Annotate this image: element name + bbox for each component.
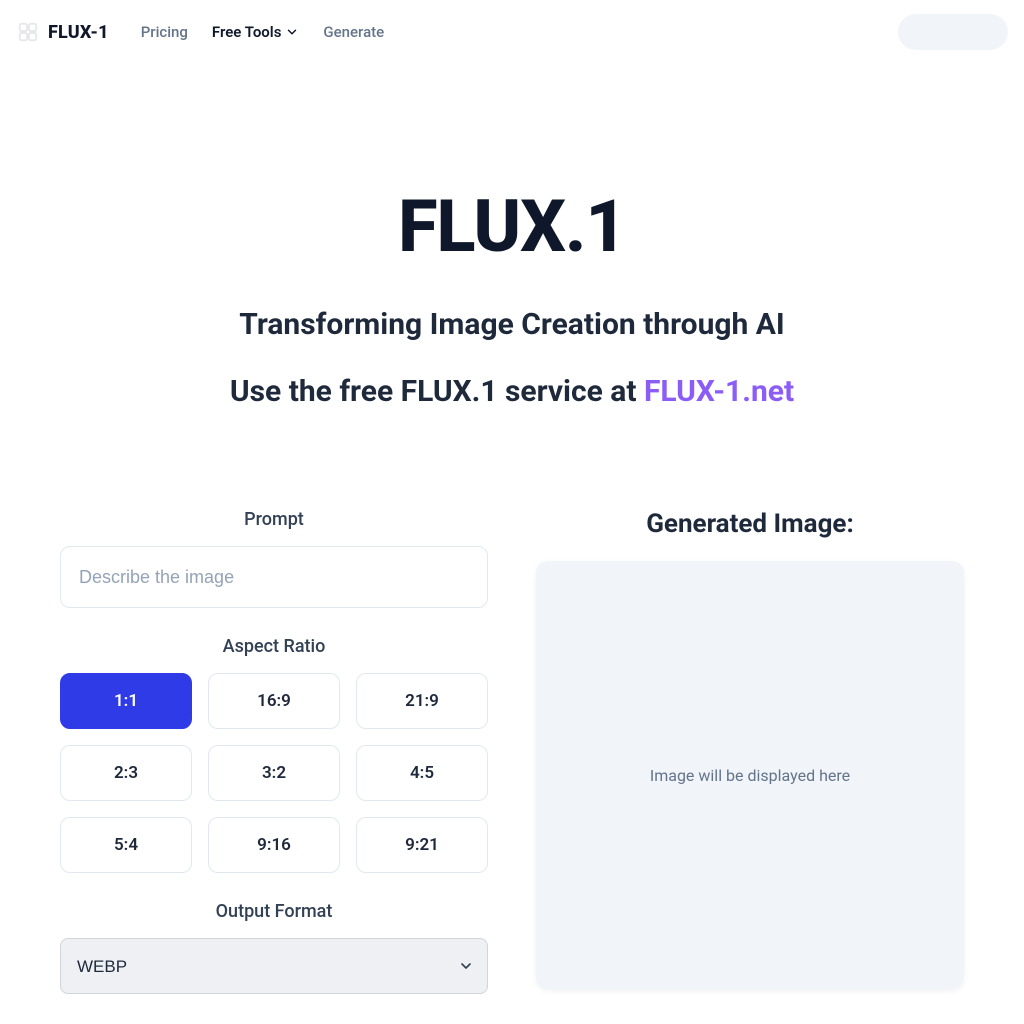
generated-image-box: Image will be displayed here: [536, 561, 964, 989]
header-action-button[interactable]: [898, 14, 1008, 50]
output-title: Generated Image:: [536, 509, 964, 539]
primary-nav: Pricing Free Tools Generate: [141, 23, 385, 41]
ratio-9-16[interactable]: 9:16: [208, 817, 340, 873]
page-title: FLUX.1: [0, 184, 1024, 269]
output-format-wrap: WEBP: [60, 938, 488, 994]
aspect-ratio-grid: 1:1 16:9 21:9 2:3 3:2 4:5 5:4 9:16 9:21: [60, 673, 488, 873]
ratio-1-1[interactable]: 1:1: [60, 673, 192, 729]
prompt-label: Prompt: [60, 509, 488, 530]
ratio-5-4[interactable]: 5:4: [60, 817, 192, 873]
ratio-3-2[interactable]: 3:2: [208, 745, 340, 801]
output-format-select[interactable]: WEBP: [60, 938, 488, 994]
ratio-16-9[interactable]: 16:9: [208, 673, 340, 729]
ratio-2-3[interactable]: 2:3: [60, 745, 192, 801]
nav-pricing[interactable]: Pricing: [141, 23, 188, 41]
output-format-label: Output Format: [60, 901, 488, 922]
form-panel: Prompt Aspect Ratio 1:1 16:9 21:9 2:3 3:…: [60, 509, 488, 994]
page-subtitle: Transforming Image Creation through AI: [0, 307, 1024, 342]
ratio-21-9[interactable]: 21:9: [356, 673, 488, 729]
hero-cta: Use the free FLUX.1 service at FLUX-1.ne…: [0, 374, 1024, 409]
hero: FLUX.1 Transforming Image Creation throu…: [0, 64, 1024, 449]
brand[interactable]: FLUX-1: [16, 20, 109, 44]
prompt-input[interactable]: [60, 546, 488, 608]
hero-cta-prefix: Use the free FLUX.1 service at: [230, 374, 644, 409]
main: Prompt Aspect Ratio 1:1 16:9 21:9 2:3 3:…: [0, 449, 1024, 994]
ratio-4-5[interactable]: 4:5: [356, 745, 488, 801]
hero-cta-link[interactable]: FLUX-1.net: [644, 374, 794, 409]
chevron-down-icon: [285, 25, 299, 39]
nav-free-tools[interactable]: Free Tools: [212, 23, 299, 41]
nav-free-tools-label: Free Tools: [212, 23, 281, 41]
aspect-ratio-label: Aspect Ratio: [60, 636, 488, 657]
nav-generate[interactable]: Generate: [323, 23, 384, 41]
header: FLUX-1 Pricing Free Tools Generate: [0, 0, 1024, 64]
logo-icon: [16, 20, 40, 44]
header-right: [898, 14, 1008, 50]
ratio-9-21[interactable]: 9:21: [356, 817, 488, 873]
image-placeholder-text: Image will be displayed here: [650, 766, 850, 785]
output-panel: Generated Image: Image will be displayed…: [536, 509, 964, 994]
brand-name: FLUX-1: [48, 22, 109, 43]
